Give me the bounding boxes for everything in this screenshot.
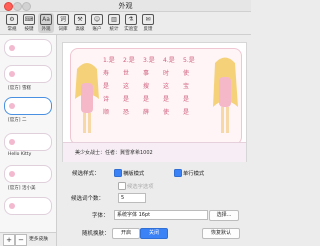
skin-preview-icon [9, 203, 15, 209]
tab-keys[interactable]: ⌨ 按键 [21, 13, 37, 33]
tab-stats[interactable]: ▥ 统计 [106, 13, 122, 33]
skin-preview-icon [9, 139, 15, 145]
skin-name: [官方] 活小美 [8, 186, 36, 191]
keyboard-icon: ⌨ [23, 14, 35, 25]
skin-thumb[interactable] [4, 39, 52, 57]
vertical-option-checkbox[interactable] [118, 182, 126, 190]
account-icon: ☺ [91, 14, 103, 25]
tab-feedback[interactable]: ✉ 反馈 [140, 13, 156, 33]
tab-advanced[interactable]: ⚒ 高级 [72, 13, 88, 33]
appearance-options: 候选样式： 横版模式 单行模式 候选字选项 候选词个数： 5 字体： 系统字体 … [62, 165, 245, 240]
feedback-icon: ✉ [142, 14, 154, 25]
skin-preview-icon [9, 171, 15, 177]
random-skin-off[interactable]: 关闭 [140, 228, 168, 239]
tab-lab[interactable]: ⚗ 实验室 [123, 13, 139, 33]
appearance-icon: Aa [40, 14, 52, 25]
font-label: 字体： [92, 213, 109, 219]
skin-thumb[interactable] [4, 133, 52, 151]
toolbar: ⚙ 常规 ⌨ 按键 Aa 外观 词词库 ⚒ 高级 ☺ 账户 ▥ 统计 ⚗ 实验室 ✉ 反馈 [0, 12, 251, 35]
tab-appearance[interactable]: Aa 外观 [38, 13, 54, 33]
dictionary-icon: 词 [57, 14, 69, 25]
single-row-label: 单行模式 [183, 171, 205, 177]
character-illustration-left [75, 63, 99, 133]
gear-icon: ⚙ [6, 14, 18, 25]
skin-info-text: 美少女战士：任者：冀雪拿希1002 [75, 150, 153, 156]
choose-font-button[interactable]: 选择... [209, 210, 239, 221]
font-display: 系统字体 16pt [114, 210, 208, 220]
candidate-row: 是这搜这宝 [103, 83, 190, 90]
skin-thumb[interactable] [4, 165, 52, 183]
skin-name: [官方] 雪糕 [8, 86, 31, 91]
candidate-row: 寿世事时使 [103, 70, 190, 77]
candidate-row: 诗是是是是 [103, 96, 190, 103]
more-skins-link[interactable]: 更多皮肤 [29, 235, 48, 242]
skin-list[interactable]: [官方] 雪糕 [官方] 二 Hello Kitty [官方] 活小美 [0, 35, 57, 232]
horizontal-mode-checkbox[interactable] [114, 169, 122, 177]
title-bar: 外观 [0, 0, 251, 12]
candidate-window-preview: 1.是 2.是 3.是 4.是 5.是 寿世事时使 是这搜这宝 诗是是是是 顺恐薛使是 [70, 48, 242, 145]
random-skin-label: 随机换肤： [82, 231, 110, 237]
stats-icon: ▥ [108, 14, 120, 25]
character-illustration-right [213, 57, 238, 133]
skin-preview: 1.是 2.是 3.是 4.是 5.是 寿世事时使 是这搜这宝 诗是是是是 顺恐薛使是 … [62, 42, 247, 162]
skin-list-footer: + − 更多皮肤 [0, 232, 57, 246]
skin-name: Hello Kitty [8, 152, 32, 157]
restore-defaults-button[interactable]: 恢复默认 [202, 228, 240, 239]
candidate-row: 1.是 2.是 3.是 4.是 5.是 [103, 57, 195, 64]
add-skin-button[interactable]: + [3, 234, 15, 246]
tab-account[interactable]: ☺ 账户 [89, 13, 105, 33]
skin-thumb[interactable] [4, 197, 52, 215]
random-skin-on[interactable]: 开启 [112, 228, 140, 239]
horizontal-mode-label: 横版模式 [123, 171, 145, 177]
skin-thumb[interactable] [4, 65, 52, 83]
skin-preview-icon [9, 45, 15, 51]
skin-preview-icon [9, 103, 15, 109]
vertical-option-label: 候选字选项 [127, 184, 154, 190]
tab-general[interactable]: ⚙ 常规 [4, 13, 20, 33]
advanced-icon: ⚒ [74, 14, 86, 25]
candidate-count-select[interactable]: 5 [118, 193, 146, 203]
skin-name: [官方] 二 [8, 118, 27, 123]
window-title: 外观 [118, 2, 133, 10]
skin-info-strip: 美少女战士：任者：冀雪拿希1002 [63, 142, 246, 162]
candidate-style-label: 候选样式： [72, 171, 100, 177]
single-row-checkbox[interactable] [174, 169, 182, 177]
remove-skin-button[interactable]: − [15, 234, 27, 246]
candidate-row: 顺恐薛使是 [103, 109, 190, 116]
lab-icon: ⚗ [125, 14, 137, 25]
skin-preview-icon [9, 71, 15, 77]
skin-thumb-selected[interactable] [4, 97, 52, 115]
candidate-count-label: 候选词个数： [71, 196, 105, 202]
tab-dictionary[interactable]: 词词库 [55, 13, 71, 33]
